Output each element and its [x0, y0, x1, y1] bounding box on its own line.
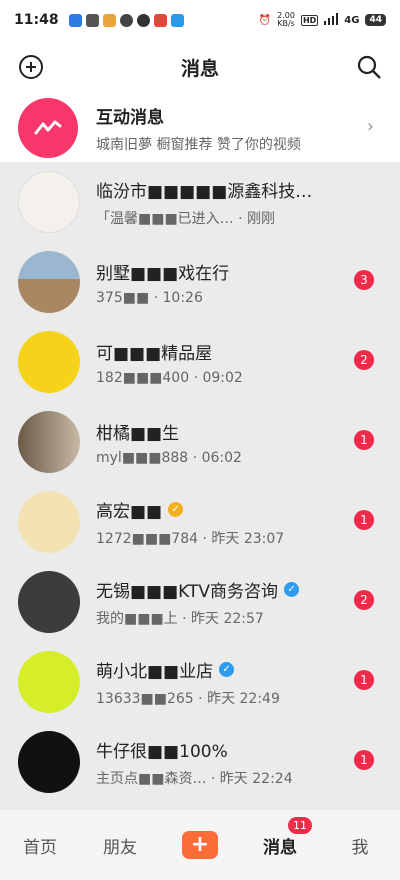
alarm-icon: ⏰ — [258, 14, 272, 26]
conversation-preview: 1272■■■784 · 昨天 23:07 — [96, 530, 285, 547]
header: 消息 — [0, 40, 400, 94]
conversation-preview: 182■■■400 · 09:02 — [96, 369, 243, 386]
conversation-item[interactable]: 可■■■精品屋 182■■■400 · 09:02 2 — [0, 322, 400, 402]
app-notification-icon — [102, 13, 116, 27]
messages-unread-badge: 11 — [288, 816, 312, 834]
unread-badge: 1 — [354, 510, 374, 530]
tab-me[interactable]: 我 — [320, 833, 400, 858]
unread-badge: 1 — [354, 750, 374, 770]
interaction-title: 互动消息 — [96, 107, 164, 128]
network-speed: 2.00 KB/s — [277, 11, 295, 28]
avatar — [18, 571, 80, 633]
interaction-subtitle: 城南旧夢 橱窗推荐 赞了你的视频 — [96, 136, 301, 153]
conversation-name: 别墅■■■戏在行 — [96, 263, 230, 284]
app-notification-icon — [153, 13, 167, 27]
status-right: ⏰ 2.00 KB/s HD 4G 44 — [259, 12, 386, 28]
search-icon — [357, 55, 381, 79]
conversation-preview: myl■■■888 · 06:02 — [96, 449, 242, 466]
battery-icon: 44 — [365, 14, 386, 26]
interaction-messages-row[interactable]: 互动消息 城南旧夢 橱窗推荐 赞了你的视频 › — [0, 94, 400, 162]
tab-home[interactable]: 首页 — [0, 833, 80, 858]
conversation-name: 牛仔很■■100% — [96, 741, 228, 762]
conversation-item[interactable]: 无锡■■■KTV商务咨询 ✓ 我的■■■上 · 昨天 22:57 2 — [0, 562, 400, 642]
avatar — [18, 731, 80, 793]
notification-icons — [68, 13, 184, 27]
avatar — [18, 491, 80, 553]
tab-messages[interactable]: 消息 11 — [240, 816, 320, 858]
conversation-item[interactable]: 高宏■■ ✓ 1272■■■784 · 昨天 23:07 1 — [0, 482, 400, 562]
search-button[interactable] — [354, 52, 384, 82]
status-bar: 11:48 ⏰ 2.00 KB/s HD 4G 44 — [0, 0, 400, 40]
tab-add[interactable]: + — [160, 831, 240, 859]
conversation-name: 萌小北■■业店 ✓ — [96, 657, 280, 682]
plus-circle-icon — [19, 55, 43, 79]
mail-icon — [85, 13, 99, 27]
avatar — [18, 171, 80, 233]
unread-badge: 2 — [354, 590, 374, 610]
avatar — [18, 651, 80, 713]
conversation-preview: 「温馨■■■已进入… · 刚刚 — [96, 210, 276, 227]
unread-badge: 2 — [354, 350, 374, 370]
add-content-button[interactable]: + — [182, 831, 218, 859]
verified-badge-icon: ✓ — [284, 581, 300, 597]
conversation-preview: 375■■ · 10:26 — [96, 289, 203, 306]
conversation-preview: 13633■■265 · 昨天 22:49 — [96, 690, 280, 707]
conversation-preview: 我的■■■上 · 昨天 22:57 — [96, 610, 264, 627]
add-button[interactable] — [16, 52, 46, 82]
conversation-item[interactable]: 临汾市■■■■■源鑫科技… 「温馨■■■已进入… · 刚刚 — [0, 162, 400, 242]
unread-badge: 3 — [354, 270, 374, 290]
conversation-name: 高宏■■ ✓ — [96, 497, 284, 522]
network-type: 4G — [344, 14, 360, 26]
conversation-item[interactable]: 别墅■■■戏在行 375■■ · 10:26 3 — [0, 242, 400, 322]
app-notification-icon — [119, 13, 133, 27]
verified-badge-icon: ✓ — [219, 661, 235, 677]
interaction-icon — [18, 98, 78, 158]
conversation-item[interactable]: 萌小北■■业店 ✓ 13633■■265 · 昨天 22:49 1 — [0, 642, 400, 722]
status-time: 11:48 — [14, 12, 59, 28]
unread-badge: 1 — [354, 430, 374, 450]
page-title: 消息 — [180, 57, 219, 80]
chevron-right-icon: › — [366, 116, 374, 137]
play-icon — [136, 13, 150, 27]
conversation-name: 柑橘■■生 — [96, 423, 180, 444]
conversation-preview: 主页点■■森资… · 昨天 22:24 — [96, 770, 293, 787]
verified-badge-icon: ✓ — [168, 501, 184, 517]
conversation-name: 无锡■■■KTV商务咨询 ✓ — [96, 577, 300, 602]
avatar — [18, 411, 80, 473]
conversation-name: 临汾市■■■■■源鑫科技… — [96, 181, 313, 202]
conversation-item[interactable]: 柑橘■■生 myl■■■888 · 06:02 1 — [0, 402, 400, 482]
avatar — [18, 331, 80, 393]
hd-icon: HD — [300, 14, 319, 26]
tab-friends[interactable]: 朋友 — [80, 833, 160, 858]
conversation-list: 临汾市■■■■■源鑫科技… 「温馨■■■已进入… · 刚刚 别墅■■■戏在行 3… — [0, 162, 400, 802]
unread-badge: 1 — [354, 670, 374, 690]
conversation-item[interactable]: 牛仔很■■100% 主页点■■森资… · 昨天 22:24 1 — [0, 722, 400, 802]
bottom-tab-bar: 首页 朋友 + 消息 11 我 — [0, 810, 400, 880]
avatar — [18, 251, 80, 313]
app-notification-icon — [68, 13, 82, 27]
telegram-icon — [170, 13, 184, 27]
signal-icon — [324, 12, 339, 28]
conversation-name: 可■■■精品屋 — [96, 343, 213, 364]
